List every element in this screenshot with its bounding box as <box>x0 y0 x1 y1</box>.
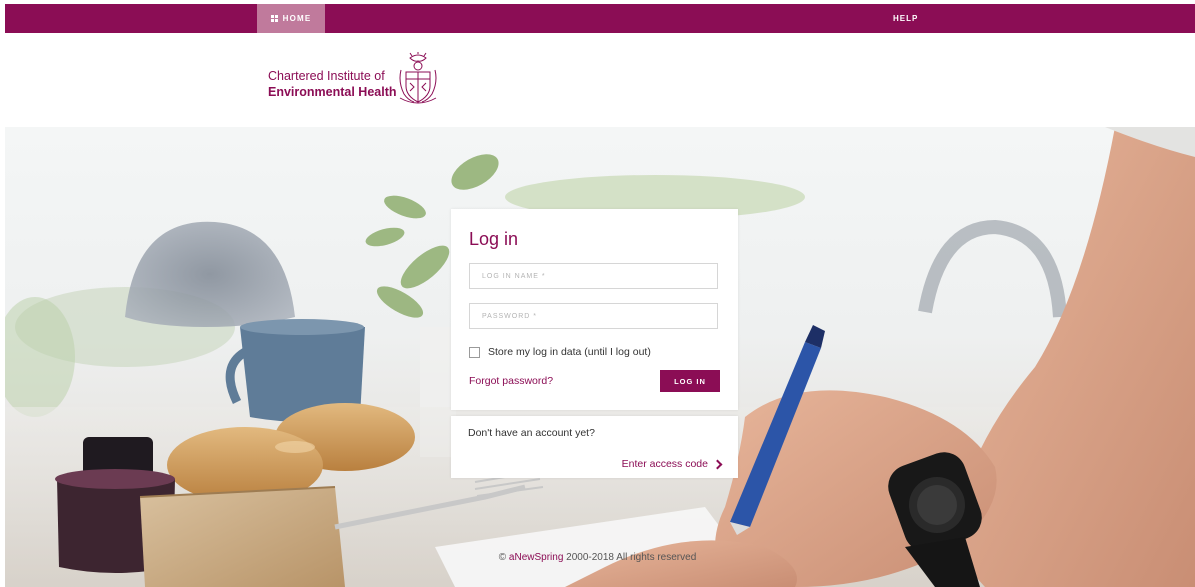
forgot-password-link[interactable]: Forgot password? <box>469 375 553 387</box>
remember-me-checkbox[interactable] <box>469 346 480 358</box>
logo-text-line2: Environmental Health <box>268 85 397 99</box>
nav-home-button[interactable]: HOME <box>257 4 325 33</box>
login-name-input[interactable] <box>469 263 718 289</box>
login-card: Log in Store my log in data (until I log… <box>451 209 738 410</box>
copyright-text: 2000-2018 All rights reserved <box>566 552 697 563</box>
crest-icon <box>399 52 437 104</box>
logo-text-line1: Chartered Institute of <box>268 69 385 83</box>
nav-help-link[interactable]: HELP <box>893 4 918 33</box>
nav-home-label: HOME <box>282 14 312 23</box>
chevron-right-icon <box>712 459 723 470</box>
access-code-card: Don't have an account yet? Enter access … <box>451 416 738 478</box>
footer: © aNewSpring 2000-2018 All rights reserv… <box>0 552 1195 563</box>
grid-icon <box>270 15 278 22</box>
top-nav-bar: HOME HELP <box>5 4 1195 33</box>
login-button[interactable]: LOG IN <box>660 370 720 392</box>
password-input[interactable] <box>469 303 718 329</box>
login-title: Log in <box>469 229 519 249</box>
enter-access-code-label: Enter access code <box>621 458 708 470</box>
cieh-logo[interactable]: Chartered Institute of Environmental Hea… <box>268 52 443 108</box>
no-account-text: Don't have an account yet? <box>468 427 595 439</box>
remember-me-row: Store my log in data (until I log out) <box>469 346 651 358</box>
enter-access-code-link[interactable]: Enter access code <box>621 458 723 470</box>
anewspring-link[interactable]: aNewSpring <box>509 552 563 563</box>
login-page: HOME HELP Chartered Institute of Environ… <box>0 0 1195 587</box>
remember-me-label[interactable]: Store my log in data (until I log out) <box>488 346 651 358</box>
copyright-symbol: © <box>498 552 507 563</box>
